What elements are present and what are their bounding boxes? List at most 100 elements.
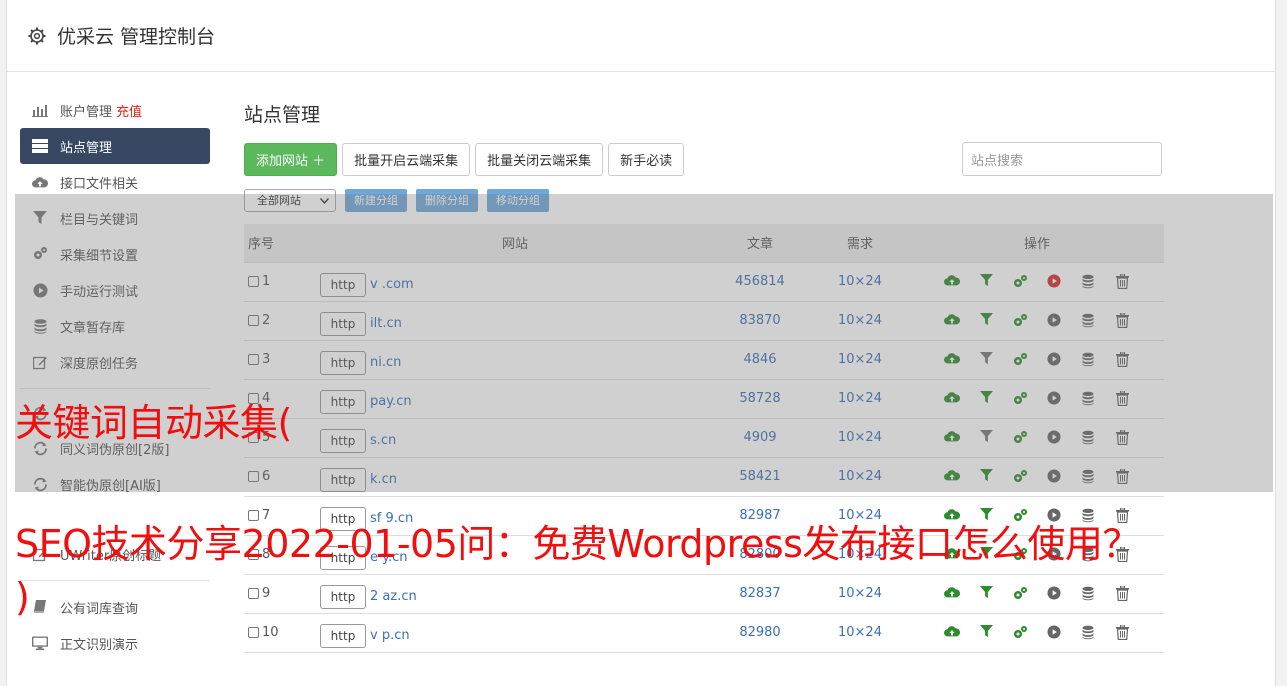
trash-icon[interactable] (1114, 351, 1130, 368)
sidebar-item-text-recognition[interactable]: 正文识别演示 (20, 625, 210, 661)
database-icon[interactable] (1080, 274, 1096, 290)
play-circle-icon[interactable] (1046, 312, 1062, 329)
demand-value[interactable]: 10×24 (810, 574, 910, 614)
site-domain-link[interactable]: ilt.cn (370, 316, 402, 331)
sidebar-item-deep-original[interactable]: 深度原创任务 (20, 344, 210, 380)
play-circle-icon[interactable] (1046, 351, 1062, 368)
filter-icon[interactable] (978, 390, 994, 407)
sidebar-item-sites[interactable]: 站点管理 (20, 128, 210, 164)
row-checkbox[interactable] (248, 276, 259, 287)
gears-icon[interactable] (1012, 625, 1028, 641)
trash-icon[interactable] (1114, 390, 1130, 407)
cloud-upload-icon[interactable] (944, 352, 961, 368)
database-icon[interactable] (1080, 391, 1096, 407)
cloud-upload-icon[interactable] (944, 274, 961, 290)
play-circle-icon[interactable] (1046, 585, 1062, 602)
play-circle-icon[interactable] (1046, 468, 1062, 485)
demand-value[interactable]: 10×24 (810, 301, 910, 341)
site-domain-link[interactable]: 2 az.cn (370, 589, 417, 604)
cloud-upload-icon[interactable] (944, 430, 961, 446)
site-domain-link[interactable]: pay.cn (370, 394, 412, 409)
site-domain-link[interactable]: v .com (370, 277, 414, 292)
filter-icon[interactable] (978, 624, 994, 641)
article-count[interactable]: 456814 (710, 262, 810, 302)
sidebar-item-interface[interactable]: 接口文件相关 (20, 164, 210, 200)
database-icon[interactable] (1080, 430, 1096, 446)
database-icon[interactable] (1080, 469, 1096, 485)
demand-value[interactable]: 10×24 (810, 262, 910, 302)
site-domain-link[interactable]: s.cn (370, 433, 396, 448)
site-domain-link[interactable]: ni.cn (370, 355, 401, 370)
gears-icon[interactable] (1012, 352, 1028, 368)
play-circle-icon[interactable] (1046, 624, 1062, 641)
site-domain-link[interactable]: k.cn (370, 472, 397, 487)
article-count[interactable]: 82837 (710, 574, 810, 614)
filter-icon[interactable] (978, 351, 994, 368)
article-count[interactable]: 58728 (710, 379, 810, 419)
row-checkbox[interactable] (248, 471, 259, 482)
batch-disable-cloud-button[interactable]: 批量关闭云端采集 (475, 142, 604, 176)
database-icon[interactable] (1080, 625, 1096, 641)
cloud-upload-icon[interactable] (944, 586, 961, 602)
row-checkbox[interactable] (248, 627, 259, 638)
cloud-upload-icon[interactable] (944, 625, 961, 641)
sidebar-item-account[interactable]: 账户管理 充值 (20, 92, 210, 128)
batch-enable-cloud-button[interactable]: 批量开启云端采集 (342, 142, 471, 176)
filter-icon[interactable] (978, 468, 994, 485)
cloud-upload-icon[interactable] (944, 469, 961, 485)
row-checkbox[interactable] (248, 354, 259, 365)
article-count[interactable]: 4909 (710, 418, 810, 458)
article-count[interactable]: 58421 (710, 457, 810, 497)
article-count[interactable]: 82980 (710, 613, 810, 653)
demand-value[interactable]: 10×24 (810, 613, 910, 653)
cloud-upload-icon[interactable] (944, 391, 961, 407)
trash-icon[interactable] (1114, 624, 1130, 641)
filter-icon[interactable] (978, 273, 994, 290)
site-domain-link[interactable]: v p.cn (370, 628, 410, 643)
trash-icon[interactable] (1114, 312, 1130, 329)
article-count[interactable]: 83870 (710, 301, 810, 341)
row-checkbox[interactable] (248, 588, 259, 599)
demand-value[interactable]: 10×24 (810, 457, 910, 497)
sidebar-item-manual-run[interactable]: 手动运行测试 (20, 272, 210, 308)
row-number-cell: 2 (244, 301, 320, 341)
gears-icon[interactable] (1012, 313, 1028, 329)
sidebar-item-collect-settings[interactable]: 采集细节设置 (20, 236, 210, 272)
demand-value[interactable]: 10×24 (810, 379, 910, 419)
filter-icon[interactable] (978, 585, 994, 602)
delete-group-button[interactable]: 删除分组 (416, 188, 478, 212)
demand-value[interactable]: 10×24 (810, 418, 910, 458)
gears-icon[interactable] (1012, 430, 1028, 446)
filter-icon[interactable] (978, 429, 994, 446)
cloud-upload-icon[interactable] (944, 313, 961, 329)
play-circle-icon[interactable] (1046, 429, 1062, 446)
demand-value[interactable]: 10×24 (810, 340, 910, 380)
trash-icon[interactable] (1114, 468, 1130, 485)
sidebar-item-article-store[interactable]: 文章暂存库 (20, 308, 210, 344)
database-icon[interactable] (1080, 313, 1096, 329)
filter-icon[interactable] (978, 312, 994, 329)
article-count[interactable]: 4846 (710, 340, 810, 380)
play-circle-icon[interactable] (1046, 390, 1062, 407)
row-checkbox[interactable] (248, 315, 259, 326)
trash-icon[interactable] (1114, 429, 1130, 446)
play-circle-icon[interactable] (1046, 273, 1062, 290)
site-search-input[interactable]: 站点搜索 (962, 142, 1162, 176)
gears-icon[interactable] (1012, 391, 1028, 407)
trash-icon[interactable] (1114, 273, 1130, 290)
gears-icon[interactable] (1012, 274, 1028, 290)
beginner-guide-button[interactable]: 新手必读 (608, 142, 685, 176)
database-icon[interactable] (1080, 352, 1096, 368)
gears-icon[interactable] (1012, 586, 1028, 602)
sidebar-item-public-lexicon[interactable]: 公有词库查询 (20, 589, 210, 625)
sidebar-item-keywords[interactable]: 栏目与关键词 (20, 200, 210, 236)
gears-icon[interactable] (1012, 469, 1028, 485)
add-site-button[interactable]: 添加网站 ＋ (244, 142, 338, 176)
trash-icon[interactable] (1114, 585, 1130, 602)
new-group-button[interactable]: 新建分组 (345, 188, 407, 212)
recharge-link[interactable]: 充值 (116, 101, 142, 120)
move-group-button[interactable]: 移动分组 (487, 188, 549, 212)
group-select[interactable]: 全部网站 (244, 188, 336, 212)
database-icon[interactable] (1080, 586, 1096, 602)
sidebar-item-ai-rewrite[interactable]: 智能伪原创[AI版] (20, 466, 210, 502)
